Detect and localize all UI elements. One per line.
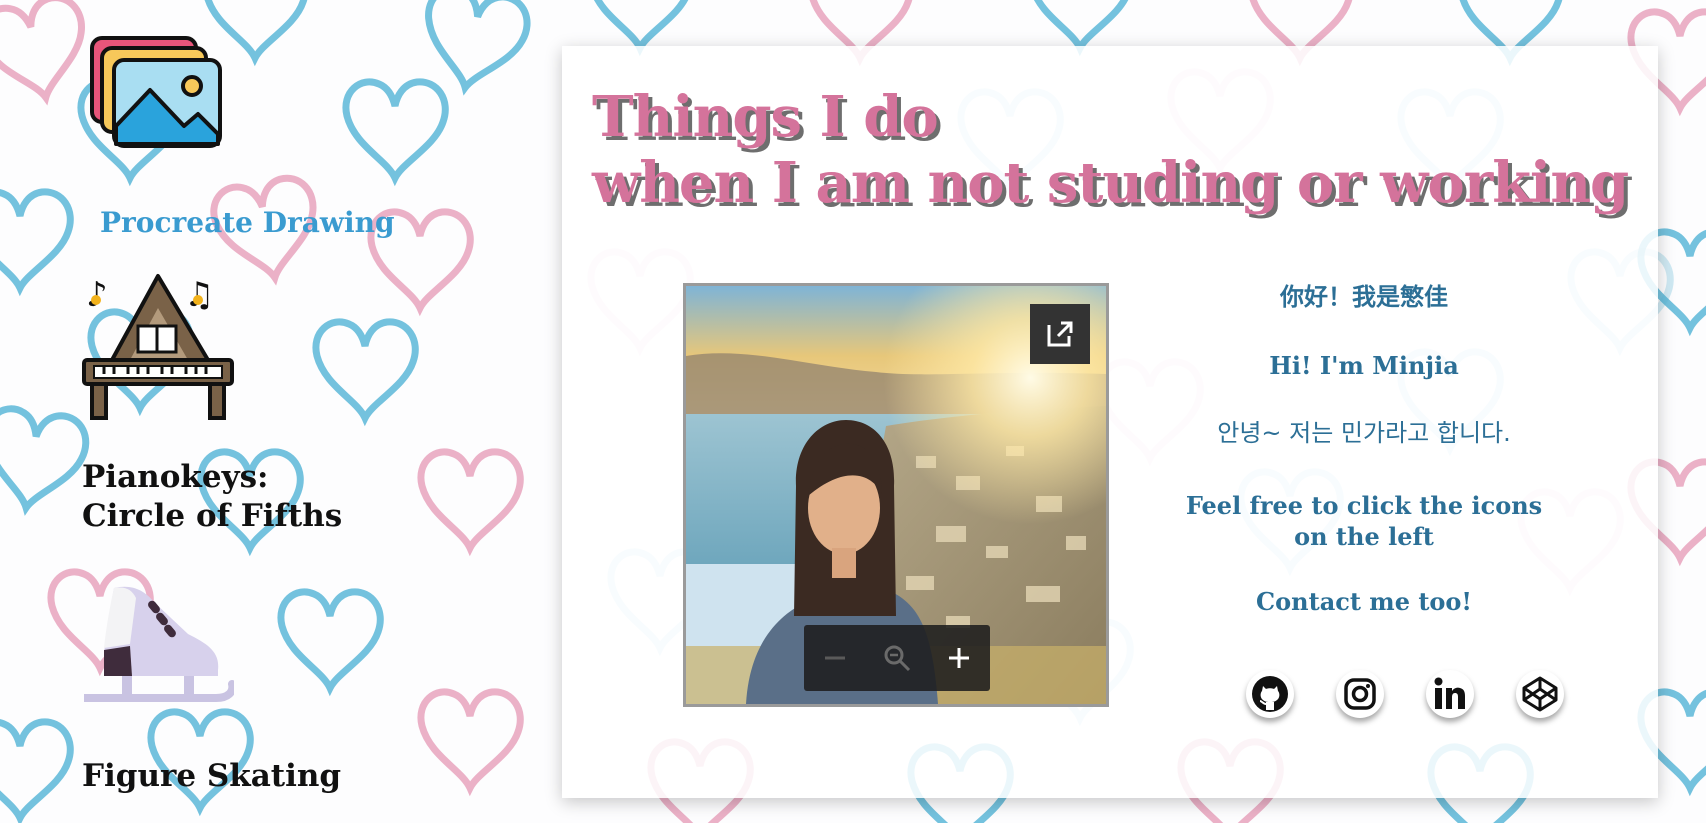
linkedin-link[interactable] (1426, 670, 1474, 718)
zoom-reset-button[interactable] (873, 634, 921, 682)
invite-line1: Feel free to click the icons (1185, 491, 1543, 520)
photo-viewer[interactable] (683, 283, 1109, 707)
instagram-icon (1344, 678, 1376, 710)
greeting-english: Hi! I'm Minjia (1269, 351, 1459, 380)
linkedin-icon (1434, 677, 1465, 709)
sidebar-label-figure-skating[interactable]: Figure Skating (82, 757, 341, 796)
page-title-line1: Things I do (592, 84, 939, 150)
invite-text: Feel free to click the icons on the left (1150, 490, 1578, 552)
magnifier-icon (884, 645, 911, 672)
grand-piano-icon: ♪ ♫ (82, 274, 234, 420)
plus-icon (949, 648, 969, 668)
gallery-images-icon (90, 36, 222, 148)
svg-text:♫: ♫ (184, 275, 214, 315)
github-link[interactable] (1246, 670, 1294, 718)
svg-text:♪: ♪ (86, 275, 108, 315)
sidebar-label-pianokeys[interactable]: Pianokeys: Circle of Fifths (82, 458, 342, 536)
sidebar-label-procreate[interactable]: Procreate Drawing (100, 203, 395, 242)
page-title-line2: when I am not studing or working (592, 150, 1629, 216)
contact-text: Contact me too! (1256, 587, 1472, 616)
invite-line2: on the left (1294, 522, 1434, 551)
open-external-button[interactable] (1030, 304, 1090, 364)
sidebar-item-figure-skating[interactable] (80, 584, 237, 714)
codepen-link[interactable] (1516, 670, 1564, 718)
greeting-chinese: 你好！我是慜佳 (1280, 283, 1448, 311)
greeting-korean: 안녕~ 저는 민가라고 합니다. (1217, 419, 1511, 447)
zoom-in-button[interactable] (935, 634, 983, 682)
sidebar-item-procreate[interactable] (88, 34, 228, 150)
instagram-link[interactable] (1336, 670, 1384, 718)
zoom-out-button[interactable] (811, 634, 859, 682)
sidebar-item-pianokeys[interactable]: ♪ ♫ (82, 270, 234, 422)
main-card: Things I do when I am not studing or wor… (562, 46, 1658, 798)
ice-skate-icon (80, 586, 237, 702)
pianokeys-label-line1: Pianokeys: (82, 459, 269, 495)
codepen-icon (1522, 676, 1558, 712)
open-external-icon (1047, 321, 1073, 347)
zoom-toolbar (804, 625, 990, 691)
pianokeys-label-line2: Circle of Fifths (82, 498, 343, 534)
minus-icon (825, 656, 845, 660)
github-icon (1252, 676, 1288, 712)
